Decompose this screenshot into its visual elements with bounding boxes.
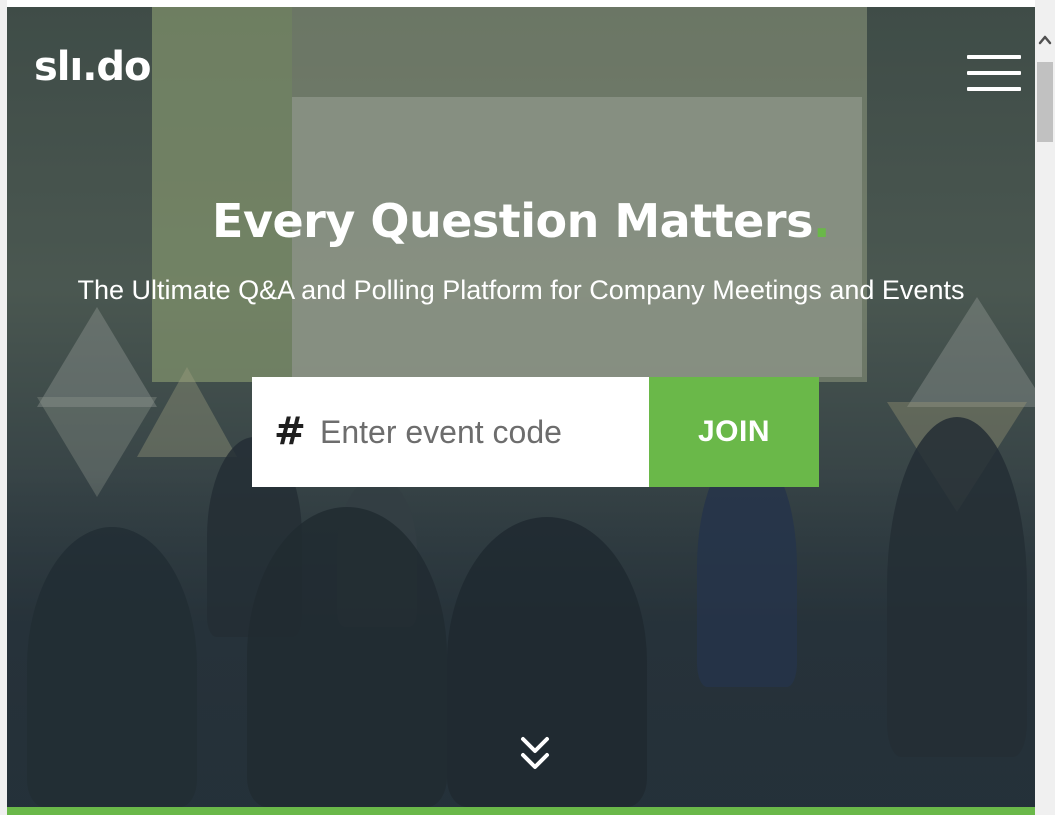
hero-headline-text: Every Question Matters xyxy=(212,194,813,248)
page-scrollbar[interactable] xyxy=(1035,0,1055,815)
hero-section: slı.do Every Question Matters. The Ultim… xyxy=(7,7,1035,807)
chevron-up-icon[interactable] xyxy=(1035,0,1055,55)
double-chevron-down-icon[interactable] xyxy=(507,729,563,785)
double-chevron-down-svg xyxy=(521,737,549,769)
chevron-up-svg xyxy=(1038,35,1052,45)
event-code-input[interactable] xyxy=(320,405,640,459)
join-button[interactable]: JOIN xyxy=(649,377,819,487)
hero-subheadline: The Ultimate Q&A and Polling Platform fo… xyxy=(77,275,965,305)
window-border xyxy=(0,0,7,815)
join-event-form: # JOIN xyxy=(252,377,819,487)
hash-icon: # xyxy=(274,409,306,453)
hamburger-menu-icon[interactable] xyxy=(967,53,1021,93)
headline-accent-dot: . xyxy=(812,194,830,248)
hero-headline: Every Question Matters. xyxy=(7,191,1035,251)
scrollbar-thumb[interactable] xyxy=(1037,62,1053,142)
accent-bar xyxy=(7,807,1035,815)
slido-logo[interactable]: slı.do xyxy=(34,47,152,87)
